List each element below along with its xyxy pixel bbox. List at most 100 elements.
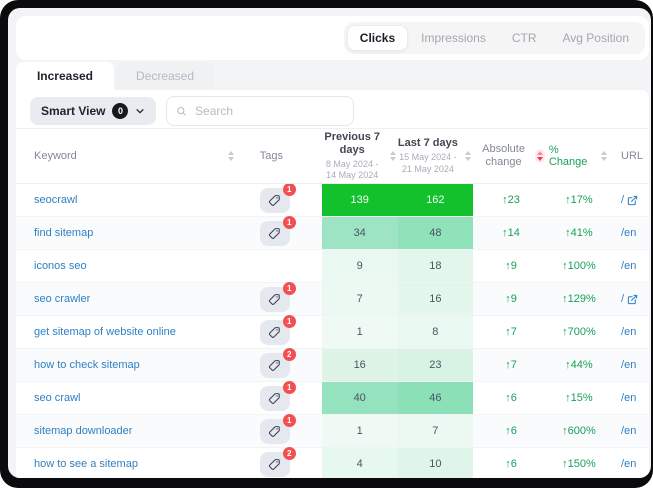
url-link[interactable]: / — [621, 293, 638, 305]
tags-cell: 1 — [242, 283, 322, 315]
header-url: URL — [609, 150, 649, 162]
search-input[interactable] — [193, 103, 344, 119]
tag-button[interactable]: 1 — [260, 188, 290, 213]
tags-cell: 2 — [242, 349, 322, 381]
absolute-change-cell: ↑7 — [473, 316, 549, 348]
tag-count-badge: 1 — [283, 184, 296, 196]
tag-button[interactable]: 2 — [260, 353, 290, 378]
sort-icon-keyword[interactable] — [226, 149, 236, 163]
tag-count-badge: 1 — [283, 381, 296, 394]
metric-tab-ctr[interactable]: CTR — [499, 25, 550, 51]
last-value-cell: 8 — [398, 316, 474, 348]
tag-button[interactable]: 1 — [260, 320, 290, 345]
url-cell: /en — [609, 250, 649, 282]
previous-value-cell: 9 — [322, 250, 398, 282]
absolute-change-cell: ↑6 — [473, 382, 549, 414]
tags-cell: 2 — [242, 448, 322, 478]
smart-view-dropdown[interactable]: Smart View 0 — [30, 97, 156, 125]
content-panel: Smart View 0 Keyword — [16, 90, 649, 478]
table-row: seocrawl1139162↑23↑17%/ — [16, 184, 649, 217]
tag-button[interactable]: 2 — [260, 452, 290, 477]
absolute-change-cell: ↑7 — [473, 349, 549, 381]
tags-cell: 1 — [242, 217, 322, 249]
tab-increased[interactable]: Increased — [16, 62, 114, 90]
external-link-icon — [627, 195, 638, 206]
tag-icon — [268, 392, 281, 405]
url-link[interactable]: /en — [621, 458, 636, 470]
url-link[interactable]: /en — [621, 260, 636, 272]
tag-button[interactable]: 1 — [260, 287, 290, 312]
url-link[interactable]: /en — [621, 326, 636, 338]
percent-change-cell: ↑41% — [549, 217, 609, 249]
tags-cell: 1 — [242, 415, 322, 447]
url-link[interactable]: /en — [621, 359, 636, 371]
search-icon — [176, 105, 187, 117]
tag-button[interactable]: 1 — [260, 221, 290, 246]
tag-button[interactable]: 1 — [260, 419, 290, 444]
keyword-cell: how to check sitemap — [16, 349, 242, 381]
tag-count-badge: 1 — [283, 282, 296, 295]
table-header: Keyword Tags Previous 7 days 8 May 2024 … — [16, 128, 649, 184]
table-row: seo crawler1716↑9↑129%/ — [16, 283, 649, 316]
keyword-link[interactable]: seo crawl — [34, 392, 80, 404]
url-cell: /en — [609, 415, 649, 447]
header-last-7-days: Last 7 days 15 May 2024 - 21 May 2024 — [398, 137, 474, 175]
url-link[interactable]: / — [621, 194, 638, 206]
percent-change-cell: ↑17% — [549, 184, 609, 216]
metric-tab-impressions[interactable]: Impressions — [408, 25, 499, 51]
previous-value-cell: 139 — [322, 184, 398, 216]
url-link[interactable]: /en — [621, 227, 636, 239]
table-row: get sitemap of website online 11 8↑7↑700% /… — [16, 316, 649, 349]
metric-tab-avg-position[interactable]: Avg Position — [550, 25, 643, 51]
last-value-cell: 23 — [398, 349, 474, 381]
keyword-link[interactable]: how to see a sitemap — [34, 458, 138, 470]
tag-icon — [268, 359, 281, 372]
sort-icon-last[interactable] — [463, 149, 473, 163]
sort-icon-percent-change[interactable] — [599, 149, 609, 163]
table-body: seocrawl1139162↑23↑17%/find sitemap13448… — [16, 184, 649, 478]
keyword-link[interactable]: how to check sitemap — [34, 359, 140, 371]
tab-decreased[interactable]: Decreased — [116, 62, 214, 90]
search-box — [166, 96, 354, 126]
percent-change-cell: ↑100% — [549, 250, 609, 282]
absolute-change-cell: ↑23 — [473, 184, 549, 216]
table-row: iconos seo918↑9↑100%/en — [16, 250, 649, 283]
url-cell: /en — [609, 316, 649, 348]
percent-change-cell: ↑129% — [549, 283, 609, 315]
url-link[interactable]: /en — [621, 425, 636, 437]
smart-view-count-badge: 0 — [112, 103, 128, 119]
tag-button[interactable]: 1 — [260, 386, 290, 411]
previous-value-cell: 7 — [322, 283, 398, 315]
keyword-cell: iconos seo — [16, 250, 242, 282]
url-link[interactable]: /en — [621, 392, 636, 404]
keyword-cell: seo crawl — [16, 382, 242, 414]
keyword-link[interactable]: sitemap downloader — [34, 425, 132, 437]
last-value-cell: 46 — [398, 382, 474, 414]
tag-icon — [268, 458, 281, 471]
tags-cell: 1 — [242, 316, 322, 348]
header-absolute-change: Absolute change — [473, 143, 549, 169]
percent-change-cell: ↑700% — [549, 316, 609, 348]
external-link-icon — [627, 294, 638, 305]
tag-count-badge: 2 — [283, 348, 296, 361]
url-cell: /en — [609, 217, 649, 249]
last-value-cell: 16 — [398, 283, 474, 315]
tag-count-badge: 1 — [283, 414, 296, 427]
tag-icon — [268, 326, 281, 339]
tag-count-badge: 1 — [283, 315, 296, 328]
header-percent-label: % Change — [549, 144, 594, 168]
dashboard-window: ClicksImpressionsCTRAvg Position Increas… — [8, 8, 651, 478]
keyword-link[interactable]: iconos seo — [34, 260, 87, 272]
keyword-link[interactable]: seo crawler — [34, 293, 90, 305]
sort-icon-absolute-change-active[interactable] — [535, 149, 545, 163]
keyword-link[interactable]: seocrawl — [34, 194, 77, 206]
view-tabs: Increased Decreased — [16, 62, 651, 90]
keyword-link[interactable]: get sitemap of website online — [34, 326, 176, 338]
sort-icon-previous[interactable] — [388, 149, 398, 163]
table-row: seo crawl14046↑6↑15%/en — [16, 382, 649, 415]
keyword-link[interactable]: find sitemap — [34, 227, 93, 239]
filter-bar: Smart View 0 — [16, 90, 649, 128]
metric-tab-clicks[interactable]: Clicks — [347, 25, 408, 51]
absolute-change-cell: ↑14 — [473, 217, 549, 249]
chevron-down-icon — [135, 106, 145, 116]
